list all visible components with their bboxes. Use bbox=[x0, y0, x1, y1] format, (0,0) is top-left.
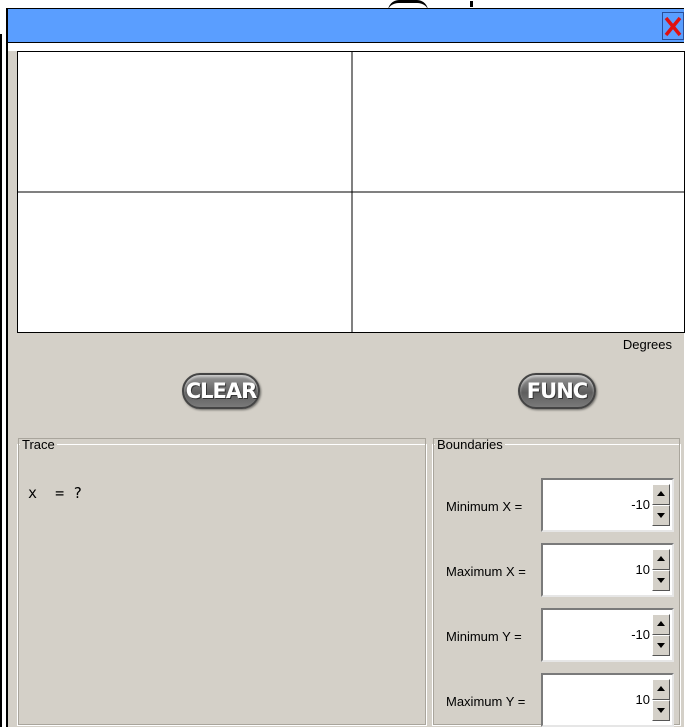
max-y-spin-down-icon[interactable] bbox=[652, 700, 670, 721]
max-x-spin-down-icon[interactable] bbox=[652, 570, 670, 591]
max-y-spinner[interactable]: 10 bbox=[541, 673, 674, 727]
max-x-label: Maximum X = bbox=[446, 564, 526, 579]
trace-legend: Trace bbox=[22, 437, 55, 452]
title-bar[interactable] bbox=[8, 9, 684, 43]
graph-window: Degrees CLEAR FUNC Trace x = ? Boundarie… bbox=[6, 8, 685, 727]
max-x-spin-up-icon[interactable] bbox=[652, 549, 670, 570]
max-x-spinner[interactable]: 10 bbox=[541, 543, 674, 597]
title-separator bbox=[8, 43, 684, 51]
angle-mode-label: Degrees bbox=[622, 337, 672, 352]
boundaries-legend: Boundaries bbox=[437, 437, 503, 452]
graph-axes bbox=[18, 52, 684, 332]
max-x-value[interactable]: 10 bbox=[636, 562, 650, 577]
max-y-value[interactable]: 10 bbox=[636, 692, 650, 707]
max-y-label: Maximum Y = bbox=[446, 694, 526, 709]
graph-plot-area[interactable] bbox=[17, 51, 685, 333]
func-button[interactable]: FUNC bbox=[518, 373, 596, 409]
trace-readout: x = ? bbox=[28, 484, 83, 502]
min-x-value[interactable]: -10 bbox=[631, 497, 650, 512]
min-y-spin-down-icon[interactable] bbox=[652, 635, 670, 656]
trace-panel: Trace x = ? bbox=[17, 437, 427, 726]
max-x-row: Maximum X = 10 bbox=[433, 543, 682, 597]
min-x-spin-up-icon[interactable] bbox=[652, 484, 670, 505]
min-y-value[interactable]: -10 bbox=[631, 627, 650, 642]
min-y-label: Minimum Y = bbox=[446, 629, 522, 644]
min-x-spin-down-icon[interactable] bbox=[652, 505, 670, 526]
clear-button[interactable]: CLEAR bbox=[182, 373, 260, 409]
boundaries-panel: Boundaries Minimum X = -10 Maximum X = 1… bbox=[432, 437, 682, 727]
background-window-edge bbox=[0, 34, 2, 727]
min-y-spinner[interactable]: -10 bbox=[541, 608, 674, 662]
close-icon bbox=[664, 16, 682, 37]
min-y-row: Minimum Y = -10 bbox=[433, 608, 682, 662]
min-x-row: Minimum X = -10 bbox=[433, 478, 682, 532]
min-x-spinner[interactable]: -10 bbox=[541, 478, 674, 532]
min-y-spin-up-icon[interactable] bbox=[652, 614, 670, 635]
min-x-label: Minimum X = bbox=[446, 499, 523, 514]
max-y-row: Maximum Y = 10 bbox=[433, 673, 682, 727]
close-button[interactable] bbox=[662, 12, 684, 40]
max-y-spin-up-icon[interactable] bbox=[652, 679, 670, 700]
